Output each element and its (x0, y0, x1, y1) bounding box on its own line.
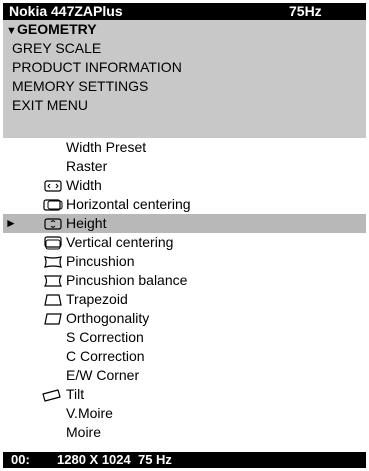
pincushion-icon (44, 256, 62, 268)
submenu-item-label: Pincushion (66, 253, 135, 269)
menu-item-label: EXIT MENU (12, 97, 88, 113)
horizontal-centering-icon (43, 199, 63, 211)
submenu-item-label: Tilt (66, 386, 85, 402)
submenu-item-label: Width (66, 177, 102, 193)
resolution-readout: 1280 X 1024 75 Hz (57, 452, 172, 467)
submenu-item-label: C Correction (66, 348, 145, 364)
submenu-item-ew-corner[interactable]: E/W Corner (3, 366, 366, 385)
submenu-item-label: Orthogonality (66, 310, 150, 326)
osd-menu: Nokia 447ZAPlus 75Hz ▼GEOMETRY GREY SCAL… (3, 3, 366, 468)
menu-item-memory-settings[interactable]: MEMORY SETTINGS (12, 77, 148, 96)
geometry-submenu: Width Preset Raster Width Horizontal cen… (3, 138, 366, 452)
submenu-item-raster[interactable]: Raster (3, 157, 366, 176)
menu-item-product-information[interactable]: PRODUCT INFORMATION (12, 58, 182, 77)
monitor-model: Nokia 447ZAPlus (9, 3, 123, 19)
submenu-item-label: Height (66, 215, 107, 231)
submenu-item-width[interactable]: Width (3, 176, 366, 195)
submenu-item-horizontal-centering[interactable]: Horizontal centering (3, 195, 366, 214)
submenu-item-label: Width Preset (66, 139, 147, 155)
main-menu: ▼GEOMETRY GREY SCALE PRODUCT INFORMATION… (3, 20, 366, 138)
vertical-centering-icon (44, 236, 62, 250)
submenu-item-label: E/W Corner (66, 367, 140, 383)
pincushion-balance-icon (43, 275, 63, 287)
submenu-item-s-correction[interactable]: S Correction (3, 328, 366, 347)
menu-item-label: GEOMETRY (17, 21, 97, 37)
menu-item-label: PRODUCT INFORMATION (12, 59, 182, 75)
selection-pointer-icon: ► (5, 216, 17, 230)
mode-number: 00: (11, 452, 30, 467)
submenu-item-height[interactable]: ► Height (3, 214, 366, 233)
submenu-item-label: Horizontal centering (66, 196, 191, 212)
submenu-item-orthogonality[interactable]: Orthogonality (3, 309, 366, 328)
submenu-item-label: Pincushion balance (66, 272, 188, 288)
menu-item-label: GREY SCALE (12, 40, 102, 56)
submenu-item-label: S Correction (66, 329, 144, 345)
tilt-icon (42, 389, 61, 402)
status-bar: 00: 1280 X 1024 75 Hz (3, 452, 366, 468)
submenu-item-label: Raster (66, 158, 108, 174)
submenu-item-label: Trapezoid (66, 291, 128, 307)
submenu-item-width-preset[interactable]: Width Preset (3, 138, 366, 157)
height-icon (44, 218, 62, 230)
submenu-item-tilt[interactable]: Tilt (3, 385, 366, 404)
submenu-item-pincushion-balance[interactable]: Pincushion balance (3, 271, 366, 290)
menu-item-grey-scale[interactable]: GREY SCALE (12, 39, 101, 58)
submenu-item-trapezoid[interactable]: Trapezoid (3, 290, 366, 309)
submenu-item-v-moire[interactable]: V.Moire (3, 404, 366, 423)
submenu-item-vertical-centering[interactable]: Vertical centering (3, 233, 366, 252)
trapezoid-icon (44, 294, 62, 306)
menu-item-label: MEMORY SETTINGS (12, 78, 149, 94)
submenu-item-label: Vertical centering (66, 234, 174, 250)
submenu-item-c-correction[interactable]: C Correction (3, 347, 366, 366)
orthogonality-icon (44, 313, 62, 325)
submenu-item-pincushion[interactable]: Pincushion (3, 252, 366, 271)
submenu-item-label: Moire (66, 424, 102, 440)
title-bar: Nokia 447ZAPlus 75Hz (3, 3, 366, 20)
width-icon (44, 180, 62, 192)
refresh-rate: 75Hz (289, 3, 322, 19)
menu-item-geometry[interactable]: ▼GEOMETRY (6, 20, 97, 39)
submenu-item-moire[interactable]: Moire (3, 423, 366, 442)
submenu-item-label: V.Moire (66, 405, 113, 421)
menu-item-exit-menu[interactable]: EXIT MENU (12, 96, 88, 115)
